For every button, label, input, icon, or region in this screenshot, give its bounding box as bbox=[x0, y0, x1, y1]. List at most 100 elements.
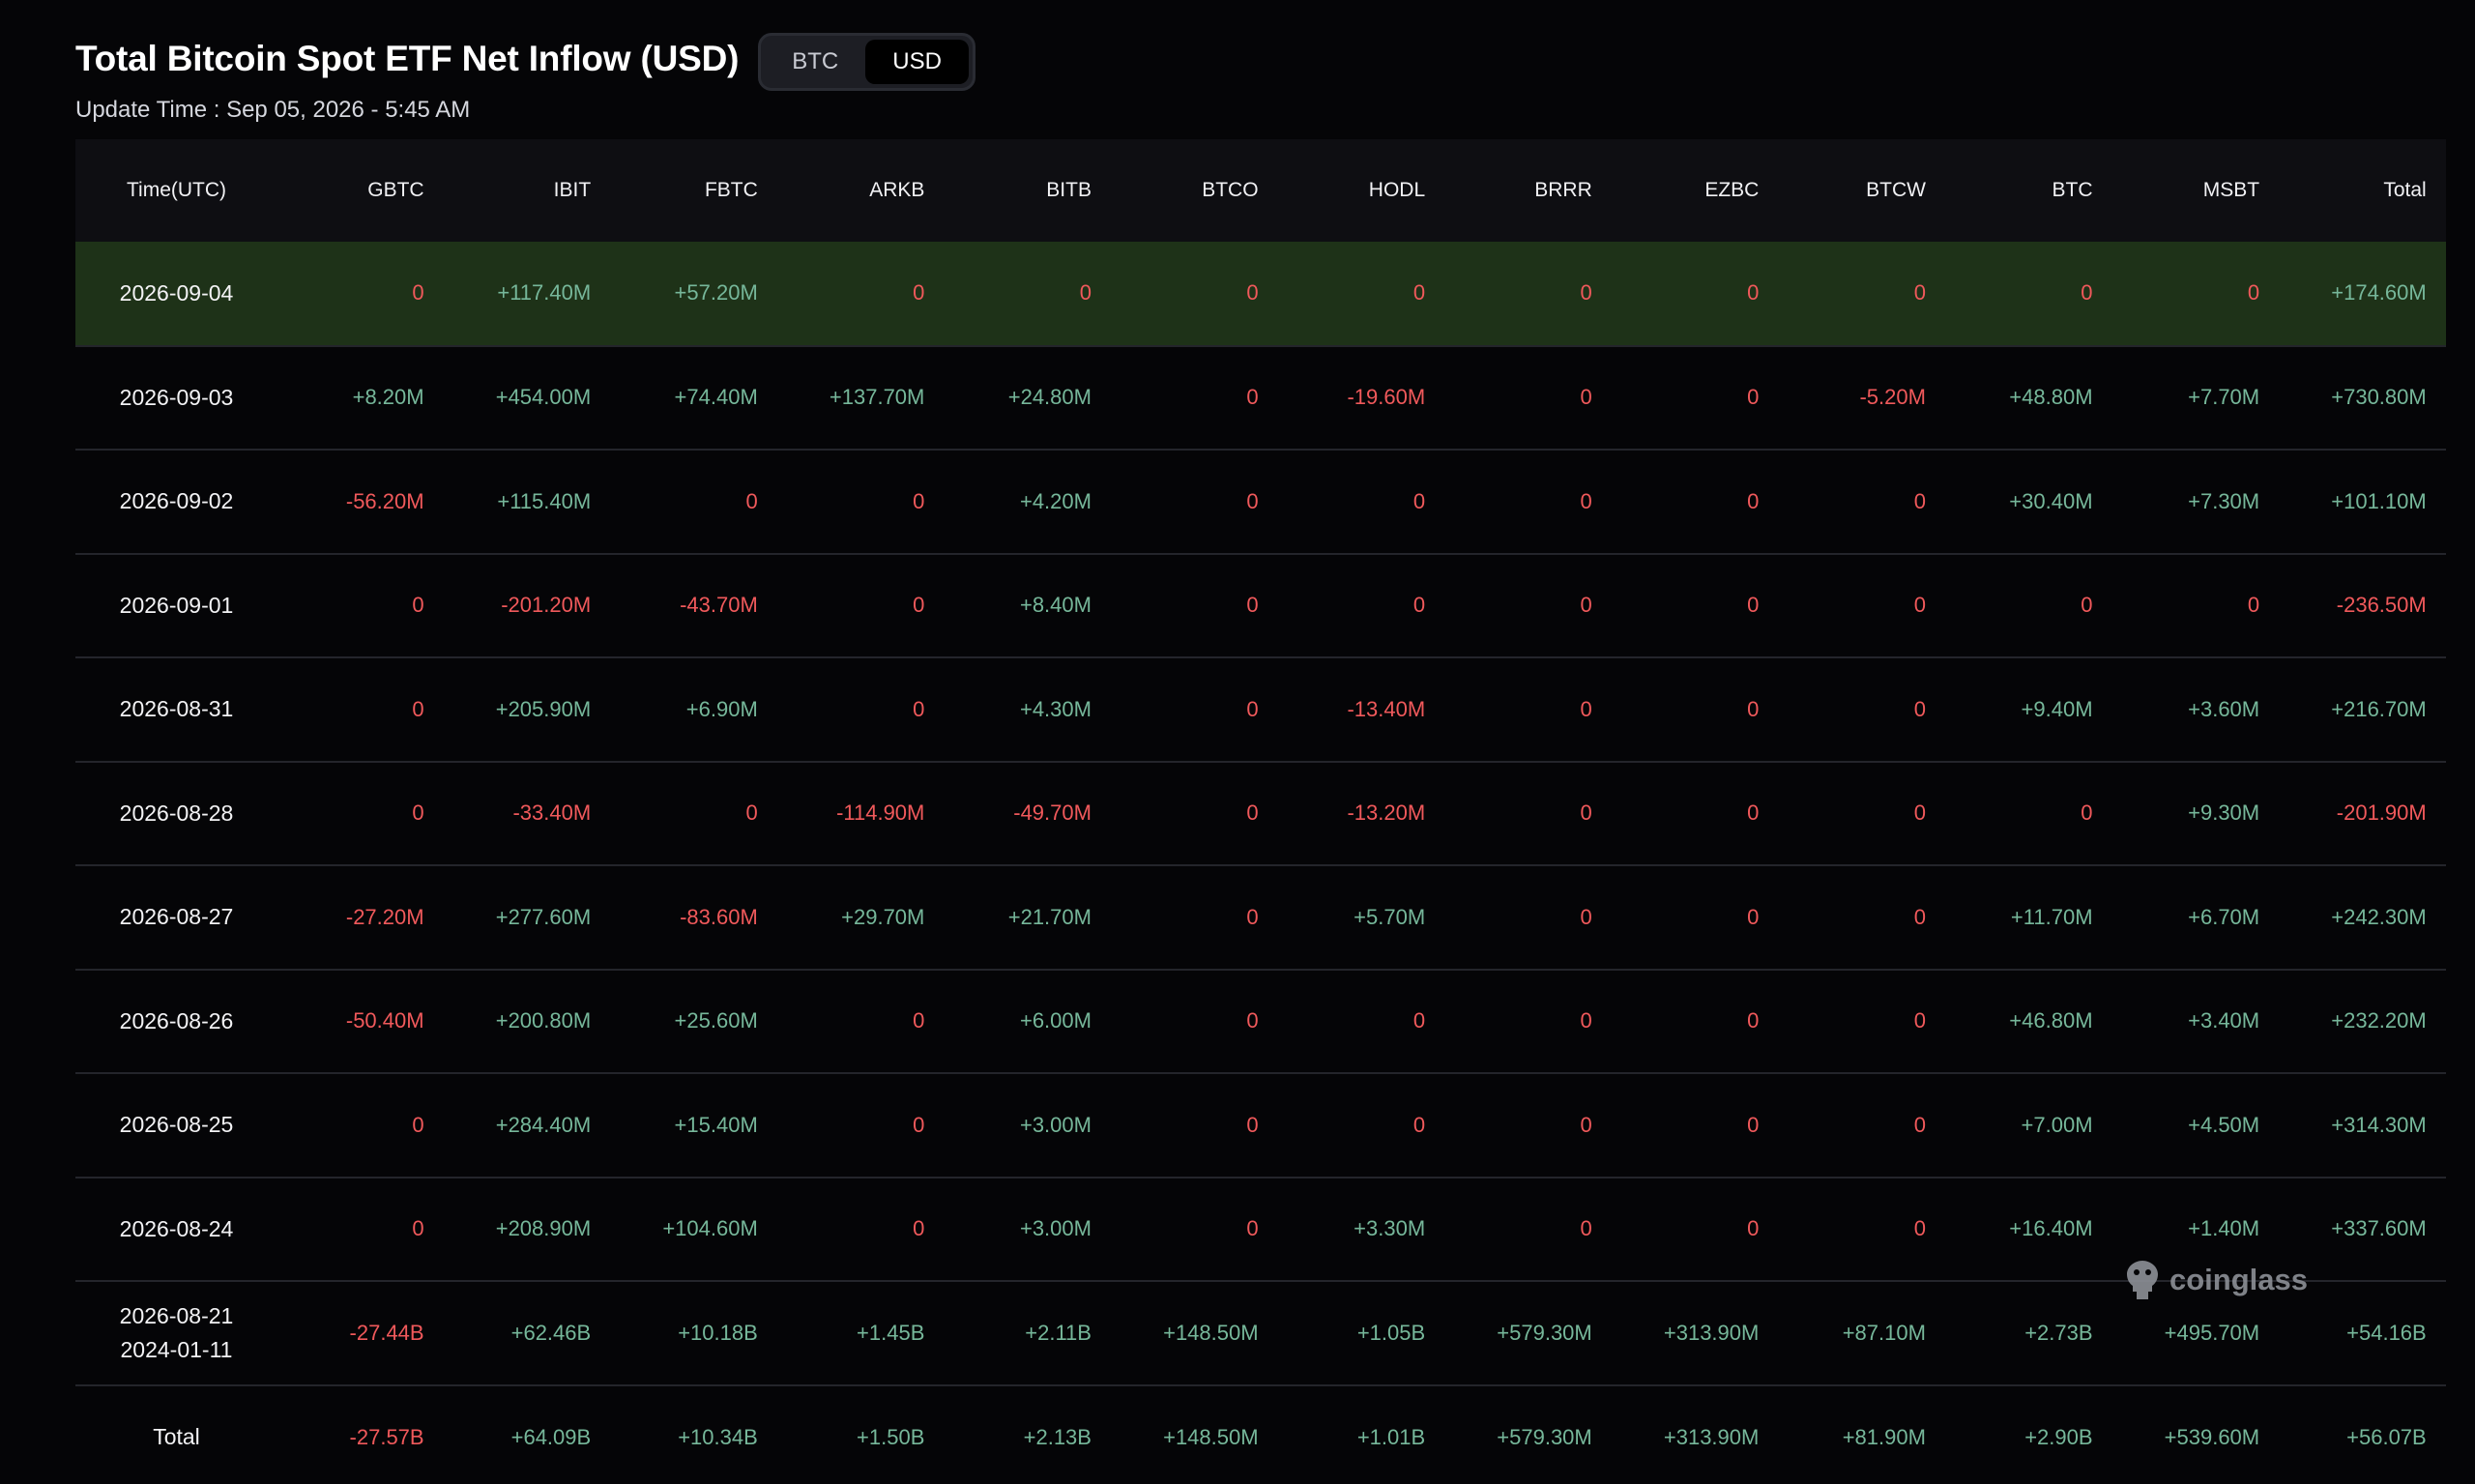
flow-value-cell: 0 bbox=[1747, 488, 1760, 513]
flow-value-cell: 0 bbox=[1747, 1008, 1760, 1033]
column-header-ezbc[interactable]: EZBC bbox=[1612, 139, 1779, 242]
date-cell: 2026-08-31 bbox=[75, 657, 277, 762]
flow-value-cell: 0 bbox=[1913, 904, 1926, 929]
flow-value-cell: 0 bbox=[1246, 280, 1259, 306]
table-row: 2026-08-31 0 +205.90M +6.90M 0 +4.30M 0 -13.40M… bbox=[75, 657, 2446, 762]
date-text: 2026-09-01 bbox=[119, 592, 234, 618]
flow-value-cell: -49.70M bbox=[1013, 800, 1092, 826]
column-header-btcw[interactable]: BTCW bbox=[1778, 139, 1945, 242]
flow-value-cell: +74.40M bbox=[674, 385, 758, 410]
flow-value-cell: -27.57B bbox=[349, 1424, 424, 1449]
flow-value-cell: 0 bbox=[1747, 385, 1760, 410]
flow-value-cell: 0 bbox=[1747, 904, 1760, 929]
flow-value-cell: +21.70M bbox=[1007, 904, 1092, 929]
flow-value-cell: 0 bbox=[913, 1216, 925, 1241]
flow-value-cell: +25.60M bbox=[674, 1008, 758, 1033]
table-row: 2026-09-02 -56.20M +115.40M 0 0 +4.20M 0 0 0 0 0 +3… bbox=[75, 450, 2446, 554]
flow-value-cell: 0 bbox=[913, 280, 925, 306]
flow-value-cell: 0 bbox=[745, 800, 758, 826]
usd-toggle-button[interactable]: USD bbox=[865, 40, 969, 84]
flow-value-cell: +16.40M bbox=[2009, 1216, 2093, 1241]
total-row: Total -27.57B +64.09B +10.34B +1.50B +2.13B +1… bbox=[75, 1385, 2446, 1484]
flow-value-cell: 0 bbox=[412, 1112, 424, 1137]
flow-value-cell: -13.40M bbox=[1347, 696, 1426, 721]
flow-value-cell: +56.07B bbox=[2346, 1424, 2427, 1449]
flow-value-cell: 0 bbox=[745, 488, 758, 513]
flow-value-cell: 0 bbox=[1246, 800, 1259, 826]
flow-value-cell: +10.34B bbox=[678, 1424, 758, 1449]
flow-value-cell: +2.13B bbox=[1023, 1424, 1092, 1449]
flow-value-cell: +579.30M bbox=[1497, 1320, 1592, 1345]
flow-value-cell: 0 bbox=[1747, 1112, 1760, 1137]
table-header-row: Time(UTC) GBTC IBIT FBTC ARKB BITB BTCO HODL BRR… bbox=[75, 139, 2446, 242]
flow-value-cell: +10.18B bbox=[678, 1320, 758, 1345]
etf-inflow-page: Total Bitcoin Spot ETF Net Inflow (USD) … bbox=[0, 0, 2475, 1484]
table-row: 2026-08-24 0 +208.90M +104.60M 0 +3.00M 0 +3.30… bbox=[75, 1178, 2446, 1281]
column-header-time-utc[interactable]: Time(UTC) bbox=[75, 139, 277, 242]
flow-value-cell: 0 bbox=[412, 696, 424, 721]
table-row: 2026-09-01 0 -201.20M -43.70M 0 +8.40M 0 0 0 0 0 0 0… bbox=[75, 554, 2446, 658]
flow-value-cell: +11.70M bbox=[2010, 904, 2093, 929]
column-header-bitb[interactable]: BITB bbox=[944, 139, 1111, 242]
date-cell: 2026-09-01 bbox=[75, 554, 277, 658]
flow-value-cell: +174.60M bbox=[2331, 280, 2427, 306]
column-header-hodl[interactable]: HODL bbox=[1278, 139, 1445, 242]
flow-value-cell: 0 bbox=[913, 696, 925, 721]
date-text: 2026-08-31 bbox=[119, 696, 234, 722]
flow-value-cell: 0 bbox=[1747, 696, 1760, 721]
flow-value-cell: -19.60M bbox=[1347, 385, 1426, 410]
flow-value-cell: 0 bbox=[1913, 1216, 1926, 1241]
flow-value-cell: -27.20M bbox=[345, 904, 424, 929]
column-header-ibit[interactable]: IBIT bbox=[444, 139, 611, 242]
column-header-total[interactable]: Total bbox=[2279, 139, 2446, 242]
table-row: 2026-08-27 -27.20M +277.60M -83.60M +29.70M +… bbox=[75, 865, 2446, 970]
flow-value-cell: +87.10M bbox=[1842, 1320, 1926, 1345]
column-header-fbtc[interactable]: FBTC bbox=[610, 139, 777, 242]
flow-value-cell: +3.00M bbox=[1019, 1112, 1092, 1137]
column-header-brrr[interactable]: BRRR bbox=[1444, 139, 1612, 242]
flow-value-cell: +208.90M bbox=[495, 1216, 592, 1241]
flow-value-cell: 0 bbox=[1246, 1008, 1259, 1033]
flow-value-cell: +2.11B bbox=[1025, 1320, 1092, 1345]
date-text: 2026-08-27 bbox=[119, 904, 234, 930]
flow-value-cell: 0 bbox=[1580, 280, 1592, 306]
flow-value-cell: -27.44B bbox=[349, 1320, 424, 1345]
column-header-btc[interactable]: BTC bbox=[1945, 139, 2112, 242]
flow-value-cell: -56.20M bbox=[345, 488, 424, 513]
date-cell: 2026-08-27 bbox=[75, 865, 277, 970]
flow-value-cell: 0 bbox=[1913, 800, 1926, 826]
btc-toggle-button[interactable]: BTC bbox=[765, 40, 865, 84]
flow-value-cell: +284.40M bbox=[495, 1112, 592, 1137]
flow-value-cell: 0 bbox=[2247, 593, 2260, 618]
flow-value-cell: +242.30M bbox=[2331, 904, 2427, 929]
flow-value-cell: +15.40M bbox=[674, 1112, 758, 1137]
column-header-arkb[interactable]: ARKB bbox=[777, 139, 945, 242]
column-header-msbt[interactable]: MSBT bbox=[2112, 139, 2280, 242]
flow-value-cell: 0 bbox=[2081, 280, 2093, 306]
flow-value-cell: +2.73B bbox=[2024, 1320, 2093, 1345]
column-header-btco[interactable]: BTCO bbox=[1111, 139, 1278, 242]
flow-value-cell: 0 bbox=[1580, 1112, 1592, 1137]
date-text: 2026-08-21 bbox=[119, 1302, 234, 1328]
flow-value-cell: +313.90M bbox=[1663, 1320, 1760, 1345]
flow-value-cell: +148.50M bbox=[1163, 1320, 1259, 1345]
page-title: Total Bitcoin Spot ETF Net Inflow (USD) bbox=[75, 39, 740, 78]
flow-value-cell: 0 bbox=[1412, 1008, 1426, 1033]
flow-value-cell: 0 bbox=[1913, 1112, 1926, 1137]
flow-value-cell: +29.70M bbox=[841, 904, 925, 929]
table-body: 2026-09-04 0 +117.40M +57.20M 0 0 0 0 0 0 0 0 0 +174.… bbox=[75, 242, 2446, 1484]
flow-value-cell: 0 bbox=[412, 593, 424, 618]
flow-value-cell: 0 bbox=[1913, 593, 1926, 618]
flow-value-cell: +5.70M bbox=[1354, 904, 1426, 929]
flow-value-cell: 0 bbox=[1747, 280, 1760, 306]
flow-value-cell: +101.10M bbox=[2331, 488, 2427, 513]
column-header-gbtc[interactable]: GBTC bbox=[277, 139, 444, 242]
table-row: 2026-08-28 0 -33.40M 0 -114.90M -49.70M 0 -13.2… bbox=[75, 762, 2446, 865]
date-cell: 2026-09-03 bbox=[75, 346, 277, 451]
flow-value-cell: +117.40M bbox=[497, 280, 592, 306]
flow-value-cell: 0 bbox=[2247, 280, 2260, 306]
flow-value-cell: 0 bbox=[1747, 1216, 1760, 1241]
flow-value-cell: 0 bbox=[1246, 696, 1259, 721]
date-text: 2026-09-03 bbox=[119, 384, 234, 410]
currency-toggle: BTC USD bbox=[758, 33, 975, 91]
